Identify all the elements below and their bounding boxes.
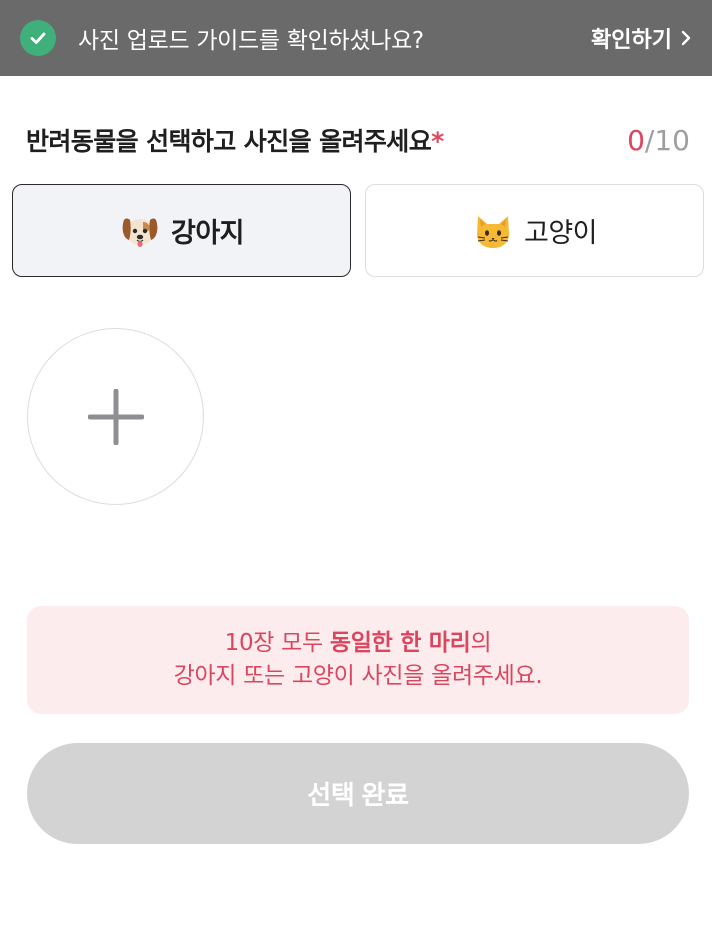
photo-count-current: 0 bbox=[627, 123, 645, 157]
required-mark: * bbox=[431, 127, 444, 156]
upload-notice: 10장 모두 동일한 한 마리의 강아지 또는 고양이 사진을 올려주세요. bbox=[27, 606, 689, 714]
notice-line-2: 강아지 또는 고양이 사진을 올려주세요. bbox=[173, 663, 543, 689]
pet-option-dog-label: 강아지 bbox=[170, 218, 245, 249]
section-title: 반려동물을 선택하고 사진을 올려주세요* bbox=[26, 122, 444, 158]
add-photo-button[interactable] bbox=[27, 328, 204, 505]
notice-line-1-bold: 동일한 한 마리 bbox=[329, 630, 471, 656]
pet-option-cat-label: 고양이 bbox=[523, 218, 598, 249]
check-circle-icon bbox=[20, 20, 56, 56]
photo-count-max: 10 bbox=[654, 123, 690, 157]
notice-line-1-prefix: 10장 모두 bbox=[224, 630, 330, 656]
notice-line-1-suffix: 의 bbox=[470, 630, 492, 656]
guide-confirm-link[interactable]: 확인하기 bbox=[591, 22, 692, 54]
section-title-text: 반려동물을 선택하고 사진을 올려주세요 bbox=[26, 127, 432, 156]
pet-option-dog[interactable]: 강아지 bbox=[12, 184, 351, 277]
guide-banner: 사진 업로드 가이드를 확인하셨나요? 확인하기 bbox=[0, 0, 712, 76]
select-complete-button[interactable]: 선택 완료 bbox=[27, 743, 689, 844]
photo-counter: 0/10 bbox=[627, 124, 690, 157]
plus-icon bbox=[87, 388, 144, 445]
pet-type-selector: 강아지 고양이 bbox=[12, 184, 704, 277]
section-header: 반려동물을 선택하고 사진을 올려주세요* 0/10 bbox=[26, 118, 690, 162]
pet-option-cat[interactable]: 고양이 bbox=[365, 184, 704, 277]
cat-face-icon bbox=[472, 210, 514, 252]
photo-upload-page: 사진 업로드 가이드를 확인하셨나요? 확인하기 반려동물을 선택하고 사진을 … bbox=[0, 0, 712, 930]
dog-face-icon bbox=[119, 210, 161, 252]
notice-line-1: 10장 모두 동일한 한 마리의 bbox=[225, 627, 492, 660]
photo-count-separator: / bbox=[644, 123, 655, 157]
guide-message: 사진 업로드 가이드를 확인하셨나요? bbox=[78, 28, 424, 54]
chevron-right-icon bbox=[680, 29, 692, 47]
guide-confirm-label: 확인하기 bbox=[591, 28, 672, 53]
